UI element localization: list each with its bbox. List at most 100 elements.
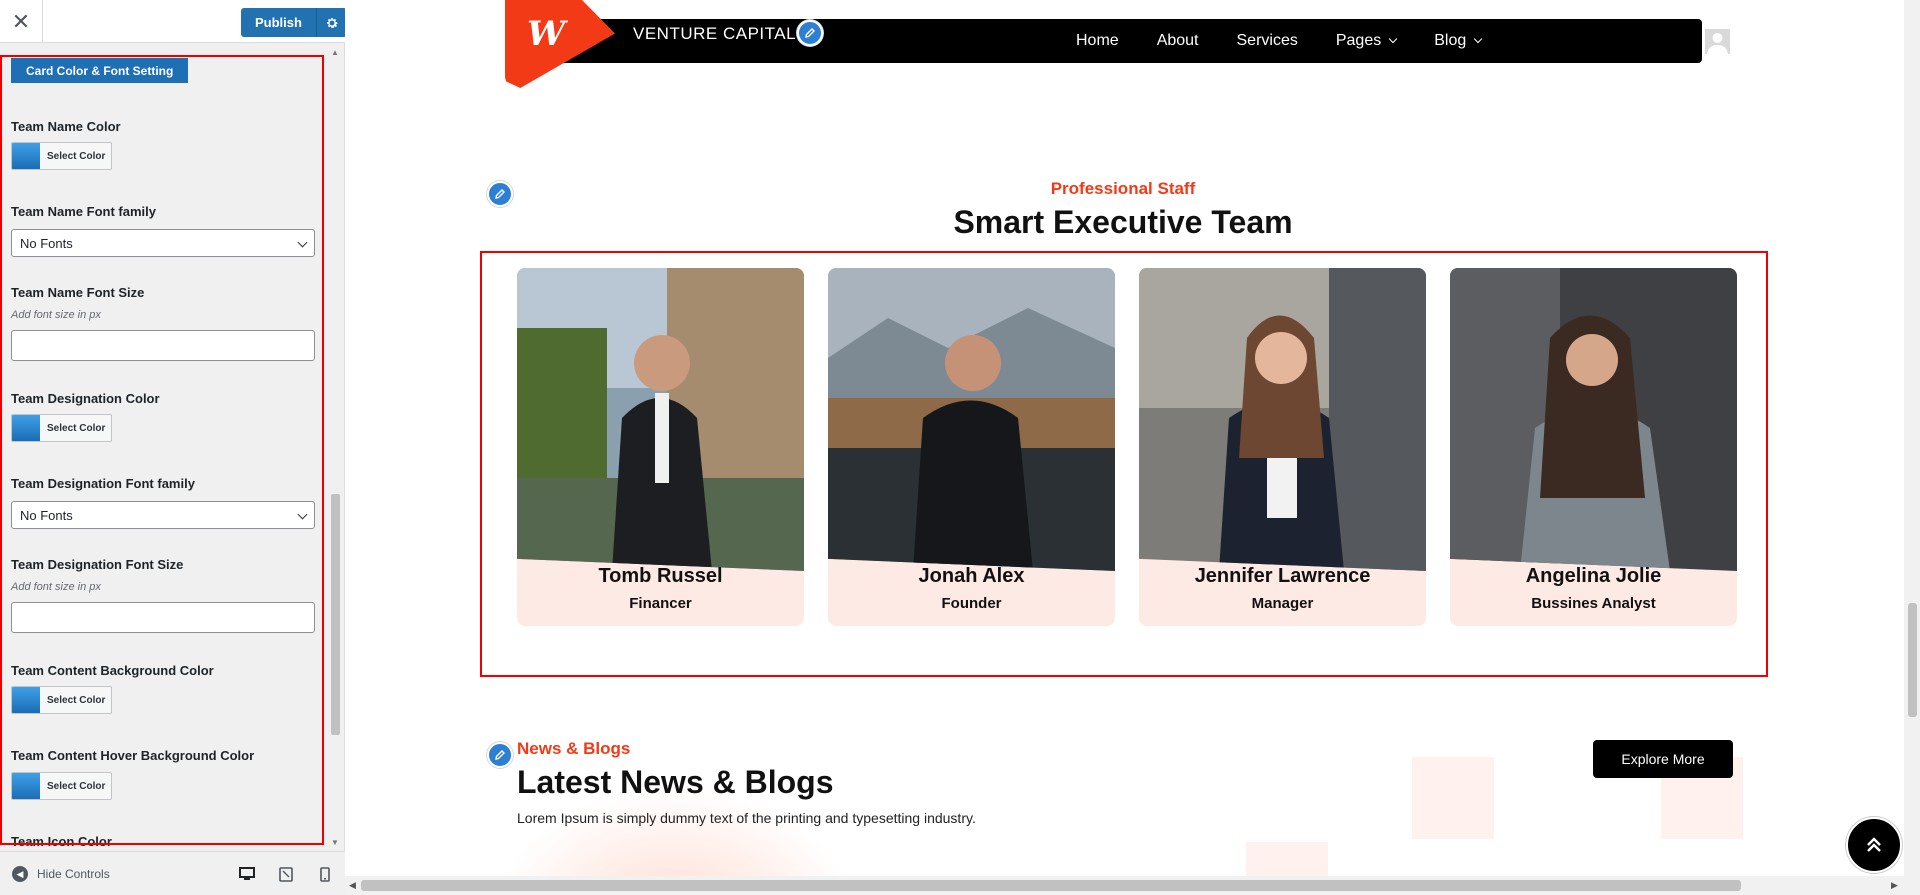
team-content-hover-bg-color-picker[interactable]: Select Color [11, 772, 112, 800]
team-card[interactable]: Angelina Jolie Bussines Analyst [1450, 268, 1737, 626]
nav-label: Home [1076, 32, 1119, 49]
color-swatch [12, 687, 40, 713]
team-name-color-label: Team Name Color [11, 119, 121, 134]
team-member-role: Manager [1251, 595, 1314, 612]
team-name-font-family-select[interactable]: No Fonts [11, 229, 315, 257]
news-eyebrow: News & Blogs [517, 739, 631, 758]
mobile-icon[interactable] [316, 866, 334, 882]
team-name-font-size-label: Team Name Font Size [11, 285, 145, 300]
team-designation-color-label: Team Designation Color [11, 391, 160, 406]
nav-services[interactable]: Services [1237, 32, 1298, 50]
team-member-name: Jennifer Lawrence [1194, 565, 1371, 587]
team-member-name: Tomb Russel [598, 565, 723, 587]
customizer-sidebar: ✕ Publish Card Color & Font Setting Team… [0, 0, 347, 895]
team-designation-color-picker[interactable]: Select Color [11, 414, 112, 442]
team-member-name: Jonah Alex [918, 565, 1025, 587]
news-description: Lorem Ipsum is simply dummy text of the … [517, 810, 976, 826]
scroll-left-icon[interactable]: ◀ [349, 880, 356, 891]
sidebar-header: ✕ Publish [0, 0, 347, 43]
team-member-role: Founder [941, 595, 1002, 612]
font-size-hint: Add font size in px [11, 309, 101, 321]
explore-more-button[interactable]: Explore More [1593, 740, 1733, 778]
team-member-name: Angelina Jolie [1525, 565, 1662, 587]
font-size-hint: Add font size in px [11, 581, 101, 593]
team-member-photo [828, 268, 1115, 571]
team-name-font-size-input[interactable] [11, 330, 315, 361]
site-brand[interactable]: VENTURE CAPITAL [633, 24, 796, 44]
select-value: No Fonts [20, 507, 73, 523]
team-member-role: Bussines Analyst [1531, 595, 1656, 612]
hide-controls-label: Hide Controls [37, 867, 110, 881]
scroll-down-icon[interactable]: ▼ [330, 839, 340, 847]
controls-panel: Card Color & Font Setting Team Name Colo… [0, 43, 345, 851]
scroll-up-icon[interactable]: ▲ [330, 49, 340, 57]
preview-horizontal-scrollbar[interactable]: ◀ ▶ [345, 876, 1920, 895]
color-swatch [12, 773, 40, 799]
team-member-photo [517, 268, 804, 571]
gear-icon[interactable] [316, 8, 347, 37]
pencil-icon[interactable] [487, 742, 513, 768]
team-name-font-family-label: Team Name Font family [11, 204, 156, 219]
team-designation-font-family-label: Team Designation Font family [11, 476, 195, 491]
color-swatch [12, 143, 40, 169]
chevron-down-icon [1474, 34, 1483, 44]
team-card[interactable]: Jennifer Lawrence Manager [1139, 268, 1426, 626]
nav-label: Pages [1335, 32, 1382, 49]
tablet-icon[interactable] [277, 866, 295, 882]
team-designation-font-family-select[interactable]: No Fonts [11, 501, 315, 529]
controls-highlight-outline [0, 55, 324, 845]
team-eyebrow: Professional Staff [1050, 179, 1196, 198]
select-color-label: Select Color [47, 422, 106, 434]
preview-vertical-scrollbar[interactable] [1904, 0, 1920, 876]
team-content-bg-color-picker[interactable]: Select Color [11, 686, 112, 714]
nav-home[interactable]: Home [1076, 32, 1119, 50]
close-icon[interactable]: ✕ [0, 0, 43, 43]
chevron-down-icon [297, 509, 308, 520]
sidebar-footer: ◀ Hide Controls [0, 851, 345, 895]
team-designation-font-size-label: Team Designation Font Size [11, 557, 184, 572]
select-value: No Fonts [20, 235, 73, 251]
publish-button[interactable]: Publish [241, 8, 317, 37]
scrollbar-thumb[interactable] [1908, 603, 1917, 717]
scroll-right-icon[interactable]: ▶ [1891, 880, 1898, 891]
select-color-label: Select Color [47, 694, 106, 706]
chevron-down-icon [1388, 34, 1398, 44]
team-content-hover-bg-color-label: Team Content Hover Background Color [11, 748, 255, 763]
user-avatar-icon[interactable] [1703, 27, 1732, 56]
grid-cell [1412, 757, 1494, 839]
chevron-down-icon [297, 237, 308, 248]
scrollbar-thumb[interactable] [361, 880, 1741, 891]
pencil-icon[interactable] [797, 20, 823, 46]
select-color-label: Select Color [47, 150, 106, 162]
news-title: Latest News & Blogs [517, 764, 834, 800]
team-name-color-picker[interactable]: Select Color [11, 142, 112, 170]
collapse-icon: ◀ [12, 866, 28, 882]
hide-controls-button[interactable]: ◀ Hide Controls [12, 866, 110, 882]
section-title-button[interactable]: Card Color & Font Setting [11, 58, 189, 83]
nav-label: About [1156, 32, 1199, 49]
nav-about[interactable]: About [1157, 32, 1199, 50]
site-preview: W VENTURE CAPITAL Home About Services Pa… [345, 0, 1920, 895]
back-to-top-button[interactable] [1846, 817, 1902, 873]
double-chevron-up-icon [1867, 837, 1881, 852]
nav-pages[interactable]: Pages [1335, 32, 1398, 50]
team-content-bg-color-label: Team Content Background Color [11, 663, 214, 678]
select-color-label: Select Color [47, 780, 106, 792]
publish-group: Publish [241, 8, 347, 37]
team-title: Smart Executive Team [953, 204, 1293, 240]
sidebar-scrollbar[interactable]: ▲ ▼ [328, 47, 342, 847]
nav-blog[interactable]: Blog [1434, 32, 1483, 50]
team-card[interactable]: Jonah Alex Founder [828, 268, 1115, 626]
team-card[interactable]: Tomb Russel Financer [517, 268, 804, 626]
team-designation-font-size-input[interactable] [11, 602, 315, 633]
site-nav: Home About Services Pages Blog [1076, 19, 1519, 63]
logo-icon[interactable]: W [527, 14, 565, 54]
team-icon-color-label: Team Icon Color [11, 834, 112, 849]
team-member-role: Financer [629, 595, 692, 612]
team-member-photo [1450, 268, 1737, 571]
scrollbar-thumb[interactable] [331, 494, 340, 735]
nav-label: Blog [1434, 32, 1467, 49]
nav-label: Services [1236, 32, 1298, 49]
desktop-icon[interactable] [238, 866, 256, 882]
color-swatch [12, 415, 40, 441]
